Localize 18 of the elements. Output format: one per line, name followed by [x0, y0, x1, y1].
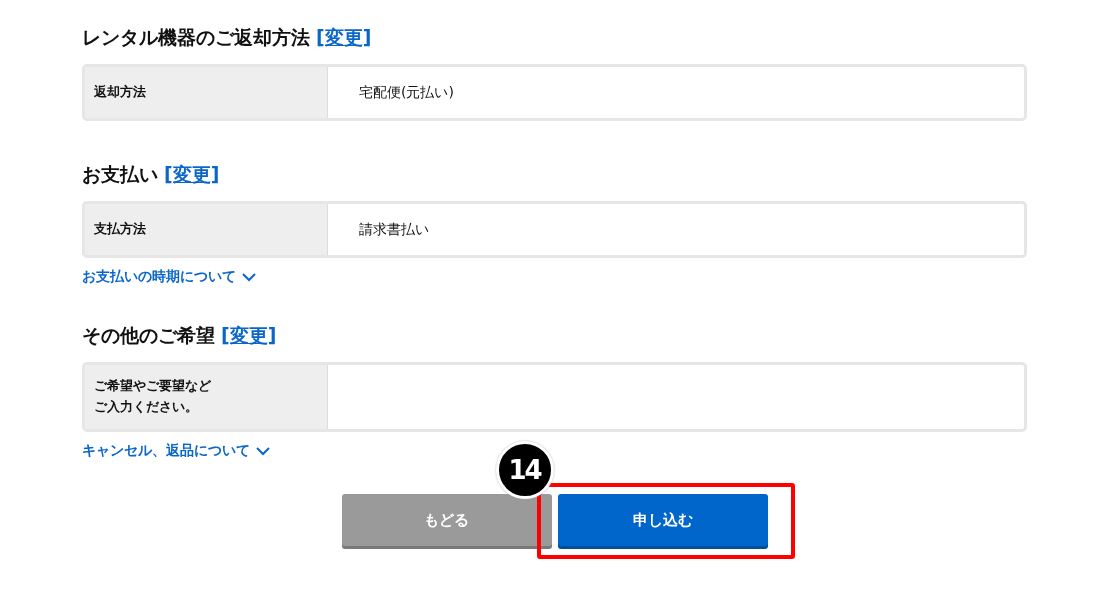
section-heading: お支払い	[82, 162, 158, 187]
chevron-down-icon	[242, 272, 256, 282]
chevron-down-icon	[256, 446, 270, 456]
field-label-line: ご希望やご要望など	[94, 377, 211, 396]
expand-link[interactable]: キャンセル、返品について	[82, 442, 270, 460]
submit-button[interactable]: 申し込む	[557, 494, 768, 546]
field-label: 支払方法	[94, 220, 146, 239]
back-button[interactable]: もどる	[341, 494, 552, 546]
change-link[interactable]: [変更]	[221, 323, 277, 349]
change-link[interactable]: [変更]	[164, 162, 220, 188]
section-heading: その他のご希望	[82, 323, 215, 348]
field-value: 請求書払い	[359, 220, 429, 239]
change-link[interactable]: [変更]	[316, 25, 372, 51]
field-label: 返却方法	[94, 83, 146, 102]
expand-link[interactable]: お支払いの時期について	[82, 268, 256, 286]
field-label-line: ご入力ください。	[94, 398, 199, 416]
field-value: 宅配便(元払い)	[359, 83, 454, 102]
section-heading: レンタル機器のご返却方法	[82, 25, 310, 50]
